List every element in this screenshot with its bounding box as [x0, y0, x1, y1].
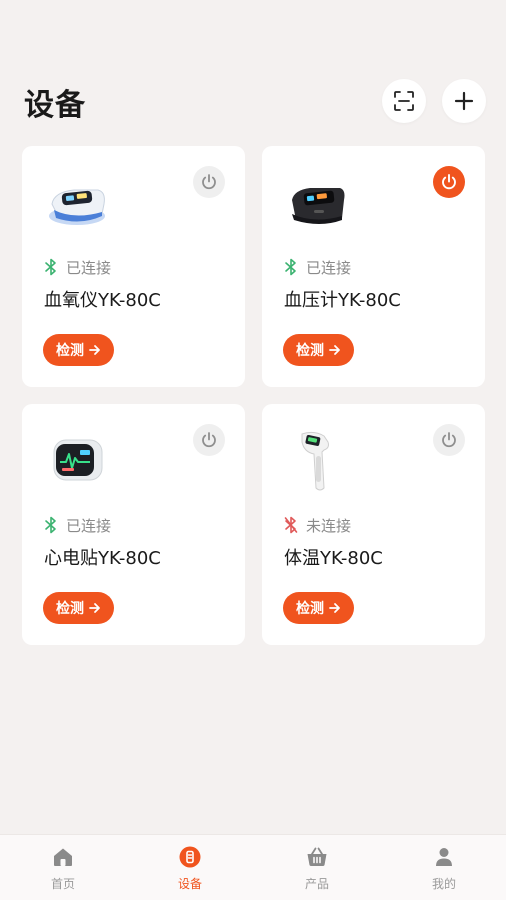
- connection-status: 已连接: [44, 256, 111, 278]
- tab-label: 我的: [431, 877, 456, 891]
- scan-button[interactable]: [382, 79, 426, 123]
- detect-label: 检测: [296, 601, 324, 617]
- device-name: 血压计YK-80C: [284, 290, 401, 311]
- connection-status: 已连接: [44, 514, 111, 536]
- power-button[interactable]: [433, 424, 465, 456]
- power-button[interactable]: [193, 424, 225, 456]
- user-icon: [436, 848, 452, 866]
- power-icon: [202, 432, 216, 448]
- device-card-thermometer[interactable]: 未连接 体温YK-80C 检测: [262, 404, 485, 645]
- detect-label: 检测: [56, 343, 84, 359]
- detect-label: 检测: [56, 601, 84, 617]
- device-name: 血氧仪YK-80C: [44, 290, 161, 311]
- device-card-blood-pressure[interactable]: 已连接 血压计YK-80C 检测: [262, 146, 485, 387]
- power-icon: [442, 432, 456, 448]
- power-button[interactable]: [433, 166, 465, 198]
- home-icon: [54, 848, 72, 866]
- detect-button[interactable]: 检测: [283, 592, 354, 624]
- detect-button[interactable]: 检测: [43, 592, 114, 624]
- device-card-ecg[interactable]: 已连接 心电贴YK-80C 检测: [22, 404, 245, 645]
- plus-icon: [454, 91, 474, 111]
- detect-button[interactable]: 检测: [283, 334, 354, 366]
- power-button[interactable]: [193, 166, 225, 198]
- tab-home[interactable]: 首页: [0, 835, 126, 900]
- status-label: 已连接: [66, 516, 112, 535]
- ecg-patch-image: [53, 439, 103, 481]
- device-icon: [179, 846, 201, 868]
- arrow-right-icon: [329, 603, 340, 613]
- connection-status: 已连接: [284, 256, 351, 278]
- thermometer-image: [301, 431, 329, 491]
- detect-button[interactable]: 检测: [43, 334, 114, 366]
- basket-icon: [307, 847, 327, 866]
- status-label: 已连接: [66, 258, 112, 277]
- tab-label: 设备: [177, 877, 202, 891]
- device-name: 体温YK-80C: [284, 548, 383, 569]
- power-icon: [442, 174, 456, 190]
- detect-label: 检测: [296, 343, 324, 359]
- bluetooth-icon: [45, 516, 56, 534]
- bluetooth-icon: [285, 258, 296, 276]
- header: 设备: [0, 76, 506, 126]
- tab-products[interactable]: 产品: [254, 835, 380, 900]
- arrow-right-icon: [89, 345, 100, 355]
- scan-icon: [394, 91, 414, 111]
- page-title: 设备: [24, 88, 86, 123]
- power-icon: [202, 174, 216, 190]
- device-card-oximeter[interactable]: 已连接 血氧仪YK-80C 检测: [22, 146, 245, 387]
- device-name: 心电贴YK-80C: [44, 548, 161, 569]
- tab-label: 产品: [304, 877, 329, 891]
- bluetooth-icon: [45, 258, 56, 276]
- connection-status: 未连接: [284, 514, 351, 536]
- status-label: 已连接: [306, 258, 352, 277]
- tab-label: 首页: [50, 877, 75, 891]
- tab-mine[interactable]: 我的: [381, 835, 506, 900]
- tab-devices[interactable]: 设备: [127, 835, 253, 900]
- bottom-tab-bar: 首页 设备 产品 我的: [0, 834, 506, 900]
- arrow-right-icon: [89, 603, 100, 613]
- add-device-button[interactable]: [442, 79, 486, 123]
- arrow-right-icon: [329, 345, 340, 355]
- pulse-oximeter-image: [49, 189, 105, 225]
- bluetooth-off-icon: [284, 516, 298, 534]
- status-label: 未连接: [306, 516, 352, 535]
- blood-pressure-monitor-image: [292, 188, 345, 224]
